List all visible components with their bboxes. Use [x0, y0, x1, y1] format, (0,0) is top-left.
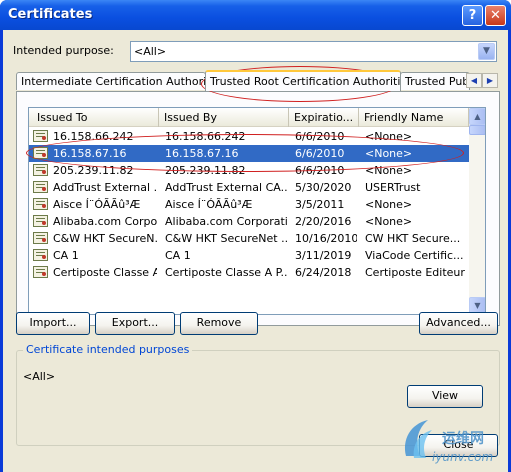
certificate-icon	[33, 266, 48, 278]
export-button[interactable]: Export...	[95, 312, 175, 335]
table-row[interactable]: Aisce Í¨ÓÃÃû³Æ Aisce Í¨ÓÃÃû³Æ 3/5/2011 <…	[29, 196, 469, 213]
cell-issued-by: C&W HKT SecureNet ...	[165, 232, 287, 245]
tab-intermediate-ca[interactable]: Intermediate Certification Authorities	[16, 72, 206, 90]
window-title: Certificates	[8, 7, 93, 22]
cell-issued-to: Certiposte Classe A...	[53, 266, 157, 279]
cell-expiration: 5/30/2020	[295, 181, 352, 194]
table-row[interactable]: AddTrust External ... AddTrust External …	[29, 179, 469, 196]
intended-purpose-value: <All>	[134, 45, 167, 58]
cell-issued-to: AddTrust External ...	[53, 181, 157, 194]
cell-issued-by: AddTrust External CA...	[165, 181, 287, 194]
annotation-ellipse-row	[26, 134, 464, 172]
table-row[interactable]: CA 1 CA 1 3/11/2019 ViaCode Certific...	[29, 247, 469, 264]
intended-purposes-group-title: Certificate intended purposes	[23, 343, 193, 356]
certificate-icon	[33, 181, 48, 193]
watermark-logo-icon	[404, 420, 432, 458]
intended-purpose-dropdown[interactable]: <All> ▼	[130, 41, 497, 62]
scroll-thumb[interactable]	[469, 125, 485, 135]
table-row[interactable]: Alibaba.com Corpor... Alibaba.com Corpor…	[29, 213, 469, 230]
cell-friendly-name: ViaCode Certific...	[365, 249, 464, 262]
tab-trusted-root-ca[interactable]: Trusted Root Certification Authorities	[205, 70, 401, 91]
intended-purposes-value: <All>	[23, 370, 56, 383]
certificate-icon	[33, 198, 48, 210]
cell-expiration: 3/11/2019	[295, 249, 352, 262]
table-row[interactable]: Certiposte Classe A... Certiposte Classe…	[29, 264, 469, 281]
column-issued-by[interactable]: Issued By	[159, 108, 289, 127]
cell-expiration: 6/24/2018	[295, 266, 352, 279]
certificate-icon	[33, 130, 48, 142]
cell-issued-by: CA 1	[165, 249, 191, 262]
cell-expiration: 3/5/2011	[295, 198, 345, 211]
intended-purpose-label: Intended purpose:	[13, 44, 114, 57]
cell-friendly-name: Certiposte Editeur	[365, 266, 465, 279]
help-button[interactable]: ?	[462, 5, 483, 26]
column-friendly-name[interactable]: Friendly Name	[359, 108, 469, 127]
close-window-button[interactable]: ✕	[485, 5, 506, 26]
table-row[interactable]: C&W HKT SecureN... C&W HKT SecureNet ...…	[29, 230, 469, 247]
cell-friendly-name: USERTrust	[365, 181, 421, 194]
cell-issued-to: C&W HKT SecureN...	[53, 232, 157, 245]
cell-expiration: 2/20/2016	[295, 215, 352, 228]
watermark-chinese: 运维网	[442, 431, 484, 447]
certificates-window: Certificates ? ✕ Intended purpose: <All>…	[0, 0, 511, 472]
tab-trusted-publishers[interactable]: Trusted Publ	[400, 72, 470, 90]
scroll-up-icon[interactable]: ▲	[469, 108, 485, 125]
advanced-button[interactable]: Advanced...	[419, 312, 498, 335]
cell-issued-by: Certiposte Classe A P...	[165, 266, 287, 279]
cell-issued-to: CA 1	[53, 249, 79, 262]
tab-scroll-right-icon[interactable]: ▶	[482, 73, 498, 88]
cell-issued-by: Alibaba.com Corporati...	[165, 215, 287, 228]
import-button[interactable]: Import...	[16, 312, 90, 335]
view-button[interactable]: View	[407, 385, 483, 408]
cell-friendly-name: <None>	[365, 215, 413, 228]
tab-scroll-left-icon[interactable]: ◀	[466, 73, 482, 88]
cell-friendly-name: <None>	[365, 198, 413, 211]
certificate-icon	[33, 164, 48, 176]
certificate-icon	[33, 249, 48, 261]
chevron-down-icon[interactable]: ▼	[478, 43, 495, 60]
column-expiration[interactable]: Expiratio...	[289, 108, 359, 127]
cell-friendly-name: CW HKT Secure...	[365, 232, 461, 245]
list-header: Issued To Issued By Expiratio... Friendl…	[29, 108, 469, 127]
title-bar[interactable]: Certificates ? ✕	[0, 0, 511, 30]
tab-strip: Intermediate Certification Authorities T…	[16, 70, 500, 92]
column-issued-to[interactable]: Issued To	[29, 108, 159, 127]
certificate-icon	[33, 215, 48, 227]
cell-expiration: 10/16/2010	[295, 232, 357, 245]
cell-issued-to: Aisce Í¨ÓÃÃû³Æ	[53, 198, 141, 211]
remove-button[interactable]: Remove	[180, 312, 258, 335]
cell-issued-by: Aisce Í¨ÓÃÃû³Æ	[165, 198, 253, 211]
cell-issued-to: Alibaba.com Corpor...	[53, 215, 157, 228]
certificate-icon	[33, 232, 48, 244]
list-vertical-scrollbar[interactable]: ▲ ▼	[469, 108, 485, 314]
watermark-url: iyunv.com	[432, 450, 494, 464]
